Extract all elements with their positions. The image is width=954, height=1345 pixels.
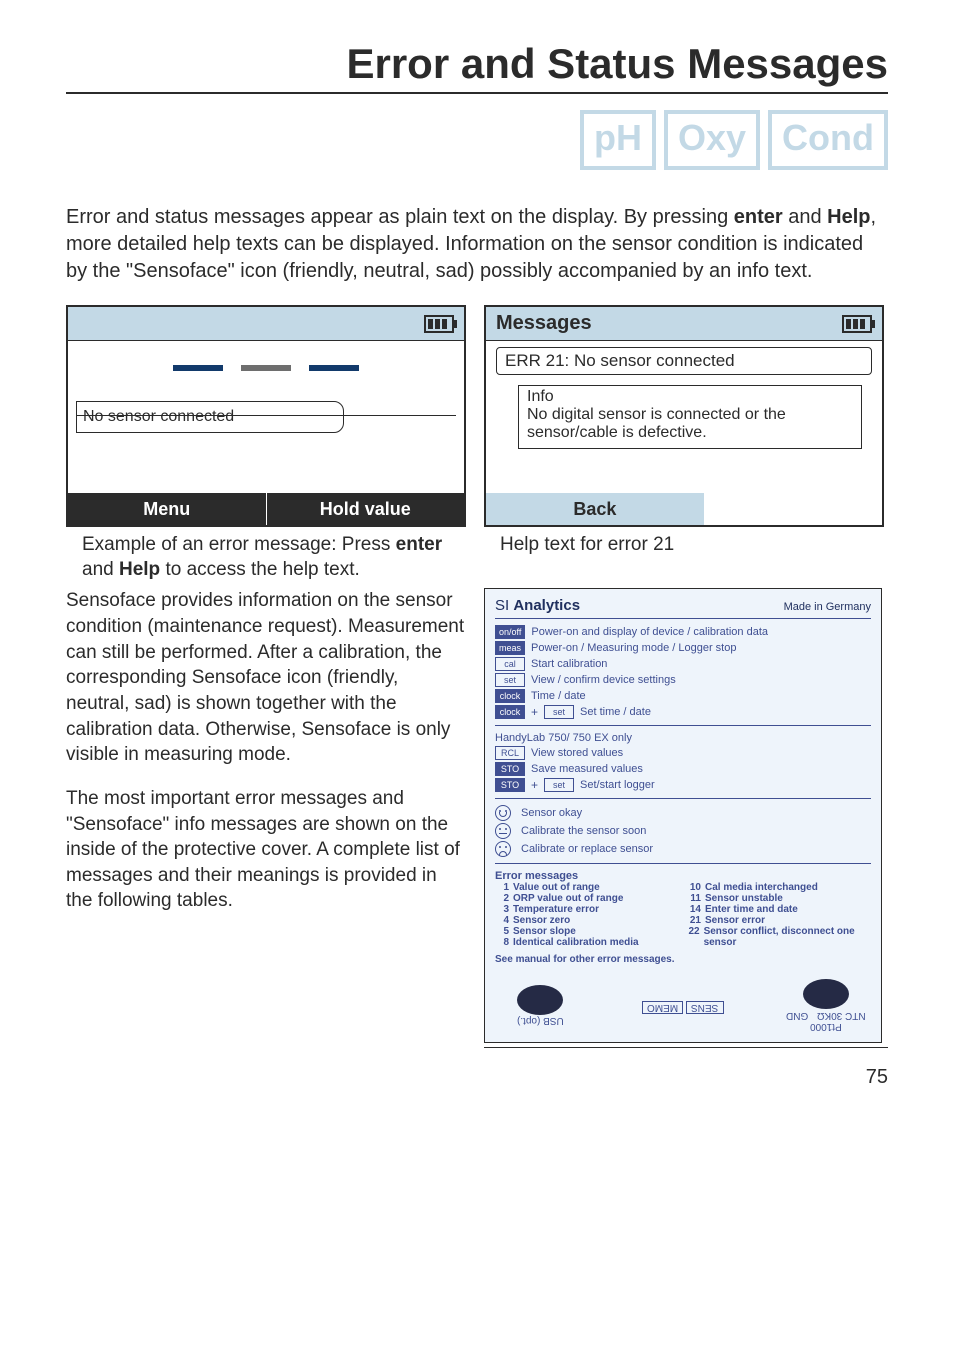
device-panel: SI Analytics Made in Germany on/off Power…	[484, 588, 882, 1043]
key-set2: set	[544, 705, 574, 719]
key-set3: set	[544, 778, 574, 792]
badge-cond: Cond	[768, 110, 888, 170]
key-set: set	[495, 673, 525, 687]
key-onoff: on/off	[495, 625, 525, 639]
display-left-softkeys: Menu Hold value	[68, 493, 464, 525]
title-rule	[66, 92, 888, 94]
key-clock-text: Time / date	[531, 690, 586, 702]
info-head: Info	[527, 388, 853, 406]
caption-right: Help text for error 21	[484, 533, 884, 582]
jack-left	[517, 985, 563, 1015]
jack-right	[803, 979, 849, 1009]
bottom-rule	[484, 1047, 888, 1048]
face-sad-text: Calibrate or replace sensor	[521, 843, 653, 855]
key-onoff-text: Power-on and display of device / calibra…	[531, 626, 768, 638]
display-left-main: No sensor connected	[68, 341, 464, 493]
intro-mid: and	[783, 206, 827, 228]
panel-made: Made in Germany	[784, 601, 871, 613]
battery-icon	[424, 315, 454, 333]
display-left: No sensor connected Menu Hold value	[66, 305, 466, 527]
combo2-text: Set/start logger	[580, 779, 655, 791]
intro-help: Help	[827, 206, 870, 228]
eye-icon	[241, 365, 291, 371]
plus-icon: +	[531, 705, 538, 719]
port-pt1000: Pt1000	[810, 1021, 842, 1032]
port-ntc: NTC 30KΩ	[817, 1010, 866, 1021]
softkey-menu[interactable]: Menu	[68, 493, 266, 525]
body-para-2: The most important error messages and "S…	[66, 786, 466, 914]
eye-icon	[173, 365, 223, 371]
key-sto2: STO	[495, 778, 525, 792]
display-right-title: Messages	[496, 312, 592, 335]
key-clock2: clock	[495, 705, 525, 719]
key-sto: STO	[495, 762, 525, 776]
softkey-back[interactable]: Back	[486, 493, 704, 525]
caption-left-pre: Example of an error message: Press	[82, 534, 396, 555]
intro-text: Error and status messages appear as plai…	[66, 206, 734, 228]
caption-help: Help	[119, 559, 160, 580]
caption-mid: and	[82, 559, 119, 580]
battery-icon	[842, 315, 872, 333]
key-rcl-text: View stored values	[531, 747, 623, 759]
port-usb: USB (opt.)	[517, 1015, 564, 1026]
display-right: Messages ERR 21: No sensor connected Inf…	[484, 305, 884, 527]
combo1-text: Set time / date	[580, 706, 651, 718]
info-body: No digital sensor is connected or the se…	[527, 406, 853, 442]
jack-row: USB (opt.) MEMO SENS GND	[495, 979, 871, 1032]
key-set-text: View / confirm device settings	[531, 674, 676, 686]
lower-columns: Sensoface provides information on the se…	[66, 588, 888, 1048]
key-sto-text: Save measured values	[531, 763, 643, 775]
body-text: Sensoface provides information on the se…	[66, 588, 466, 1048]
caption-post: to access the help text.	[160, 559, 360, 580]
eye-icon	[309, 365, 359, 371]
key-meas-text: Power-on / Measuring mode / Logger stop	[531, 642, 736, 654]
badge-ph: pH	[580, 110, 656, 170]
key-cal: cal	[495, 657, 525, 671]
panel-brand: SI Analytics	[495, 597, 580, 614]
page-number: 75	[66, 1066, 888, 1089]
face-eyes	[76, 365, 456, 371]
display-right-titlebar: Messages	[486, 307, 882, 341]
panel-column: SI Analytics Made in Germany on/off Power…	[484, 588, 888, 1048]
port-gnd: GND	[786, 1010, 808, 1021]
error-grid: 1Value out of range 2ORP value out of ra…	[495, 882, 871, 948]
softkey-hold-value[interactable]: Hold value	[266, 493, 465, 525]
key-cal-text: Start calibration	[531, 658, 607, 670]
port-sens: SENS	[686, 1001, 723, 1014]
display-left-titlebar	[68, 307, 464, 341]
caption-enter: enter	[396, 534, 442, 555]
error-line: ERR 21: No sensor connected	[496, 347, 872, 375]
face-neutral-icon	[495, 823, 511, 839]
port-memo: MEMO	[642, 1001, 683, 1014]
page-title: Error and Status Messages	[66, 40, 888, 88]
badge-row: pH Oxy Cond	[66, 110, 888, 170]
key-rcl: RCL	[495, 746, 525, 760]
display-pair: No sensor connected Menu Hold value Mess…	[66, 305, 888, 527]
info-box: Info No digital sensor is connected or t…	[518, 385, 862, 449]
display-right-main: ERR 21: No sensor connected Info No digi…	[486, 341, 882, 493]
section-handylab: HandyLab 750/ 750 EX only	[495, 732, 871, 744]
body-para-1: Sensoface provides information on the se…	[66, 588, 466, 767]
status-text: No sensor connected	[76, 401, 344, 433]
caption-left: Example of an error message: Press enter…	[66, 533, 466, 582]
error-messages-head: Error messages	[495, 870, 871, 882]
caption-row: Example of an error message: Press enter…	[66, 533, 888, 582]
see-manual: See manual for other error messages.	[495, 954, 871, 965]
face-sad-icon	[495, 841, 511, 857]
badge-oxy: Oxy	[664, 110, 760, 170]
intro-enter: enter	[734, 206, 783, 228]
intro-paragraph: Error and status messages appear as plai…	[66, 204, 888, 285]
key-clock: clock	[495, 689, 525, 703]
face-neutral-text: Calibrate the sensor soon	[521, 825, 646, 837]
plus-icon: +	[531, 778, 538, 792]
face-happy-icon	[495, 805, 511, 821]
key-meas: meas	[495, 641, 525, 655]
display-right-softkeys: Back	[486, 493, 882, 525]
face-happy-text: Sensor okay	[521, 807, 582, 819]
softkey-blank	[704, 493, 882, 525]
